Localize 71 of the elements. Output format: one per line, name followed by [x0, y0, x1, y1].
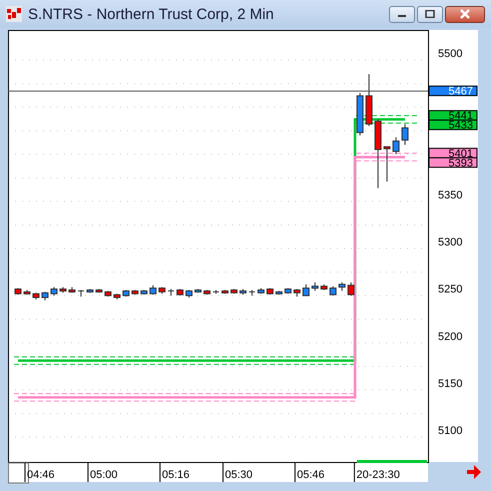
- candlestick: [248, 289, 256, 296]
- candlestick: [60, 286, 66, 294]
- candlestick: [348, 282, 354, 296]
- candlestick: [132, 289, 138, 296]
- candlestick: [240, 288, 246, 296]
- candlestick: [266, 288, 274, 296]
- candlestick: [50, 286, 58, 296]
- candlestick: [366, 74, 372, 126]
- time-axis-label: 20-23:30: [356, 469, 400, 481]
- candlestick: [392, 136, 400, 155]
- price-tag-label: 5393: [448, 157, 473, 170]
- arrow-icon[interactable]: [467, 465, 481, 479]
- candlestick: [122, 289, 130, 298]
- candlestick: [338, 282, 346, 292]
- candlestick: [68, 286, 76, 294]
- time-axis-label: 05:30: [225, 469, 253, 481]
- candlestick: [312, 282, 318, 292]
- time-axis-label: 04:46: [27, 469, 55, 481]
- price-axis-label: 5200: [438, 330, 462, 343]
- range-bar: [357, 460, 427, 463]
- price-tag-label: 5433: [448, 120, 473, 132]
- candlestick: [230, 288, 238, 294]
- candlestick: [186, 289, 192, 298]
- app-icon: [6, 6, 22, 22]
- maximize-button[interactable]: [417, 6, 443, 22]
- candlestick: [302, 284, 310, 296]
- candlestick: [384, 146, 390, 182]
- candlestick: [150, 284, 156, 296]
- candlestick: [168, 288, 174, 296]
- candlestick: [374, 118, 382, 189]
- candlestick: [114, 293, 120, 300]
- maximize-icon: [425, 10, 435, 18]
- minimize-button[interactable]: [389, 6, 415, 22]
- time-axis-label: 05:00: [90, 469, 118, 481]
- candlestick: [42, 291, 48, 301]
- candlestick: [158, 286, 166, 294]
- price-axis-label: 5350: [438, 189, 462, 202]
- price-axis-label: 5500: [438, 48, 462, 60]
- candlestick: [194, 288, 202, 294]
- close-icon: [459, 9, 471, 19]
- price-tag-label: 5467: [448, 86, 473, 98]
- candlestick: [86, 288, 94, 294]
- candlestick: [276, 290, 282, 296]
- price-axis-label: 5100: [438, 425, 462, 437]
- candlestick: [356, 92, 364, 136]
- candlestick: [140, 289, 148, 296]
- candlestick: [104, 290, 112, 298]
- candlestick: [204, 289, 210, 296]
- close-button[interactable]: [445, 6, 485, 22]
- candlestick: [32, 292, 40, 300]
- candlestick: [24, 289, 30, 296]
- window-title: S.NTRS - Northern Trust Corp, 2 Min: [28, 6, 275, 22]
- candlestick: [212, 289, 220, 294]
- candlestick: [96, 288, 102, 294]
- price-tag-label: 5401: [448, 148, 473, 160]
- candlestick: [402, 124, 408, 146]
- candlestick: [14, 288, 22, 296]
- candlestick: [258, 288, 264, 294]
- candlestick: [222, 289, 228, 294]
- price-tag-label: 5441: [448, 110, 473, 122]
- time-axis-label: 05:16: [162, 469, 190, 481]
- candlestick: [176, 288, 184, 296]
- price-axis-label: 5150: [438, 378, 462, 390]
- price-axis-label: 5250: [438, 284, 462, 296]
- candlestick: [294, 288, 300, 298]
- candlestick: [284, 288, 292, 294]
- price-axis-label: 5300: [438, 236, 462, 248]
- candlestick: [78, 289, 84, 298]
- candlestick: [320, 284, 328, 290]
- time-axis-label: 05:46: [297, 469, 325, 481]
- candlestick: [330, 286, 336, 296]
